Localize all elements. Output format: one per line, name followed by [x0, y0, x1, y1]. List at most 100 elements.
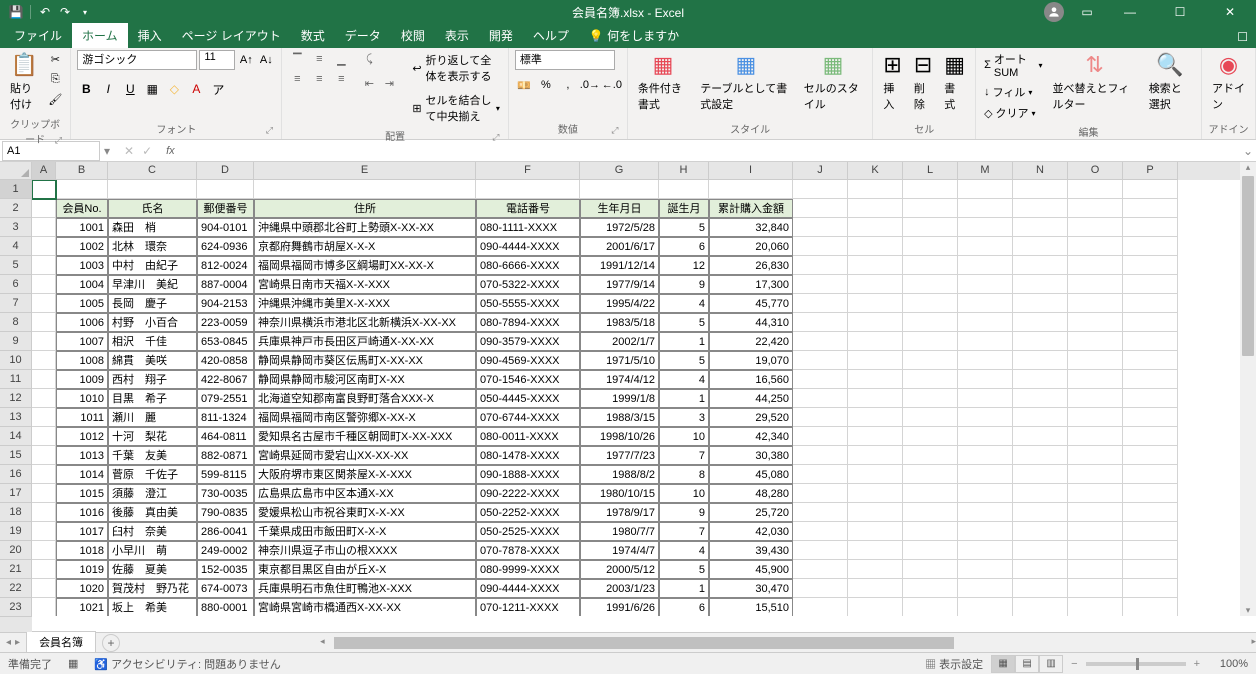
cell[interactable]: 2001/6/17: [580, 237, 659, 256]
cell[interactable]: 須藤 澄江: [108, 484, 197, 503]
cell[interactable]: [32, 389, 56, 408]
cell[interactable]: 沖縄県中頭郡北谷町上勢頭X-XX-XX: [254, 218, 476, 237]
cell[interactable]: 1988/3/15: [580, 408, 659, 427]
cell[interactable]: 9: [659, 503, 709, 522]
cell[interactable]: [1068, 332, 1123, 351]
cell[interactable]: [1123, 503, 1178, 522]
align-center-icon[interactable]: ≡: [310, 70, 328, 88]
cell[interactable]: 2002/1/7: [580, 332, 659, 351]
cell[interactable]: [32, 579, 56, 598]
cell[interactable]: 1980/7/7: [580, 522, 659, 541]
cell[interactable]: [958, 313, 1013, 332]
cell[interactable]: [1013, 465, 1068, 484]
cell[interactable]: [793, 598, 848, 616]
cell[interactable]: 1971/5/10: [580, 351, 659, 370]
cell[interactable]: [1013, 579, 1068, 598]
cell[interactable]: [580, 180, 659, 199]
font-name-select[interactable]: 游ゴシック: [77, 50, 197, 70]
cell[interactable]: [1013, 256, 1068, 275]
cell[interactable]: [903, 560, 958, 579]
paste-button[interactable]: 📋貼り付け: [6, 50, 42, 114]
cell[interactable]: [1123, 598, 1178, 616]
cell[interactable]: 瀬川 麗: [108, 408, 197, 427]
cell[interactable]: 29,520: [709, 408, 793, 427]
cell[interactable]: [1123, 332, 1178, 351]
delete-cells-button[interactable]: ⊟削除: [910, 50, 936, 114]
cell[interactable]: 20,060: [709, 237, 793, 256]
cell[interactable]: 050-5555-XXXX: [476, 294, 580, 313]
row-header[interactable]: 3: [0, 218, 32, 237]
cell[interactable]: 44,250: [709, 389, 793, 408]
italic-button[interactable]: I: [99, 80, 117, 98]
row-header[interactable]: 5: [0, 256, 32, 275]
row-header[interactable]: 1: [0, 180, 32, 199]
column-header[interactable]: L: [903, 162, 958, 180]
cell[interactable]: 福岡県福岡市南区警弥郷X-XX-X: [254, 408, 476, 427]
cell[interactable]: [1123, 484, 1178, 503]
cell[interactable]: 累計購入金額: [709, 199, 793, 218]
cell[interactable]: [1123, 275, 1178, 294]
cell[interactable]: [793, 199, 848, 218]
cell[interactable]: 兵庫県明石市魚住町鴨池X-XXX: [254, 579, 476, 598]
cell[interactable]: [1123, 199, 1178, 218]
cell[interactable]: 北海道空知郡南富良野町落合XXX-X: [254, 389, 476, 408]
cell[interactable]: 1005: [56, 294, 108, 313]
cell[interactable]: 宮崎県宮崎市橋通西X-XX-XX: [254, 598, 476, 616]
cell[interactable]: [32, 218, 56, 237]
cell[interactable]: 5: [659, 218, 709, 237]
cell[interactable]: 070-1546-XXXX: [476, 370, 580, 389]
phonetic-icon[interactable]: ア: [209, 80, 227, 98]
align-right-icon[interactable]: ≡: [332, 70, 350, 88]
cells-area[interactable]: 会員No.氏名郵便番号住所電話番号生年月日誕生月累計購入金額1001森田 梢90…: [32, 180, 1240, 616]
cell[interactable]: 1: [659, 389, 709, 408]
cell[interactable]: 1974/4/12: [580, 370, 659, 389]
cell[interactable]: 4: [659, 370, 709, 389]
cell[interactable]: 1009: [56, 370, 108, 389]
cell[interactable]: [848, 541, 903, 560]
cell[interactable]: [903, 427, 958, 446]
namebox-dropdown-icon[interactable]: ▾: [100, 144, 114, 158]
maximize-button[interactable]: ☐: [1160, 0, 1200, 24]
cell[interactable]: 674-0073: [197, 579, 254, 598]
enter-formula-icon[interactable]: ✓: [142, 144, 152, 158]
cell[interactable]: [32, 503, 56, 522]
cell[interactable]: [32, 313, 56, 332]
cell[interactable]: [32, 351, 56, 370]
cell[interactable]: 42,340: [709, 427, 793, 446]
row-header[interactable]: 14: [0, 427, 32, 446]
row-header[interactable]: 16: [0, 465, 32, 484]
cell[interactable]: [958, 522, 1013, 541]
column-header[interactable]: C: [108, 162, 197, 180]
row-header[interactable]: 4: [0, 237, 32, 256]
cell[interactable]: [848, 598, 903, 616]
cell[interactable]: [848, 446, 903, 465]
cell[interactable]: 郵便番号: [197, 199, 254, 218]
cell[interactable]: [32, 560, 56, 579]
cell[interactable]: [32, 199, 56, 218]
cell[interactable]: 1020: [56, 579, 108, 598]
cell[interactable]: 090-2222-XXXX: [476, 484, 580, 503]
cell[interactable]: [1013, 275, 1068, 294]
cell[interactable]: [1123, 427, 1178, 446]
tab-developer[interactable]: 開発: [479, 23, 523, 48]
cell[interactable]: 西村 翔子: [108, 370, 197, 389]
column-header[interactable]: K: [848, 162, 903, 180]
tab-formulas[interactable]: 数式: [291, 23, 335, 48]
clear-button[interactable]: ◇クリア▾: [982, 104, 1044, 122]
pagebreak-view-icon[interactable]: ▥: [1039, 655, 1063, 673]
cell[interactable]: 京都府舞鶴市胡屋X-X-X: [254, 237, 476, 256]
cell[interactable]: [254, 180, 476, 199]
row-header[interactable]: 6: [0, 275, 32, 294]
cell[interactable]: 1972/5/28: [580, 218, 659, 237]
cell[interactable]: [903, 408, 958, 427]
formula-expand-icon[interactable]: ⌄: [1240, 144, 1256, 158]
cell[interactable]: [793, 446, 848, 465]
tab-tellme[interactable]: 💡 何をしますか: [579, 23, 689, 48]
cell[interactable]: 811-1324: [197, 408, 254, 427]
cell[interactable]: 中村 由紀子: [108, 256, 197, 275]
cell[interactable]: 東京都目黒区自由が丘X-X: [254, 560, 476, 579]
status-macro-icon[interactable]: ▦: [68, 657, 78, 670]
tab-data[interactable]: データ: [335, 23, 391, 48]
cell[interactable]: [848, 503, 903, 522]
cell[interactable]: [793, 541, 848, 560]
